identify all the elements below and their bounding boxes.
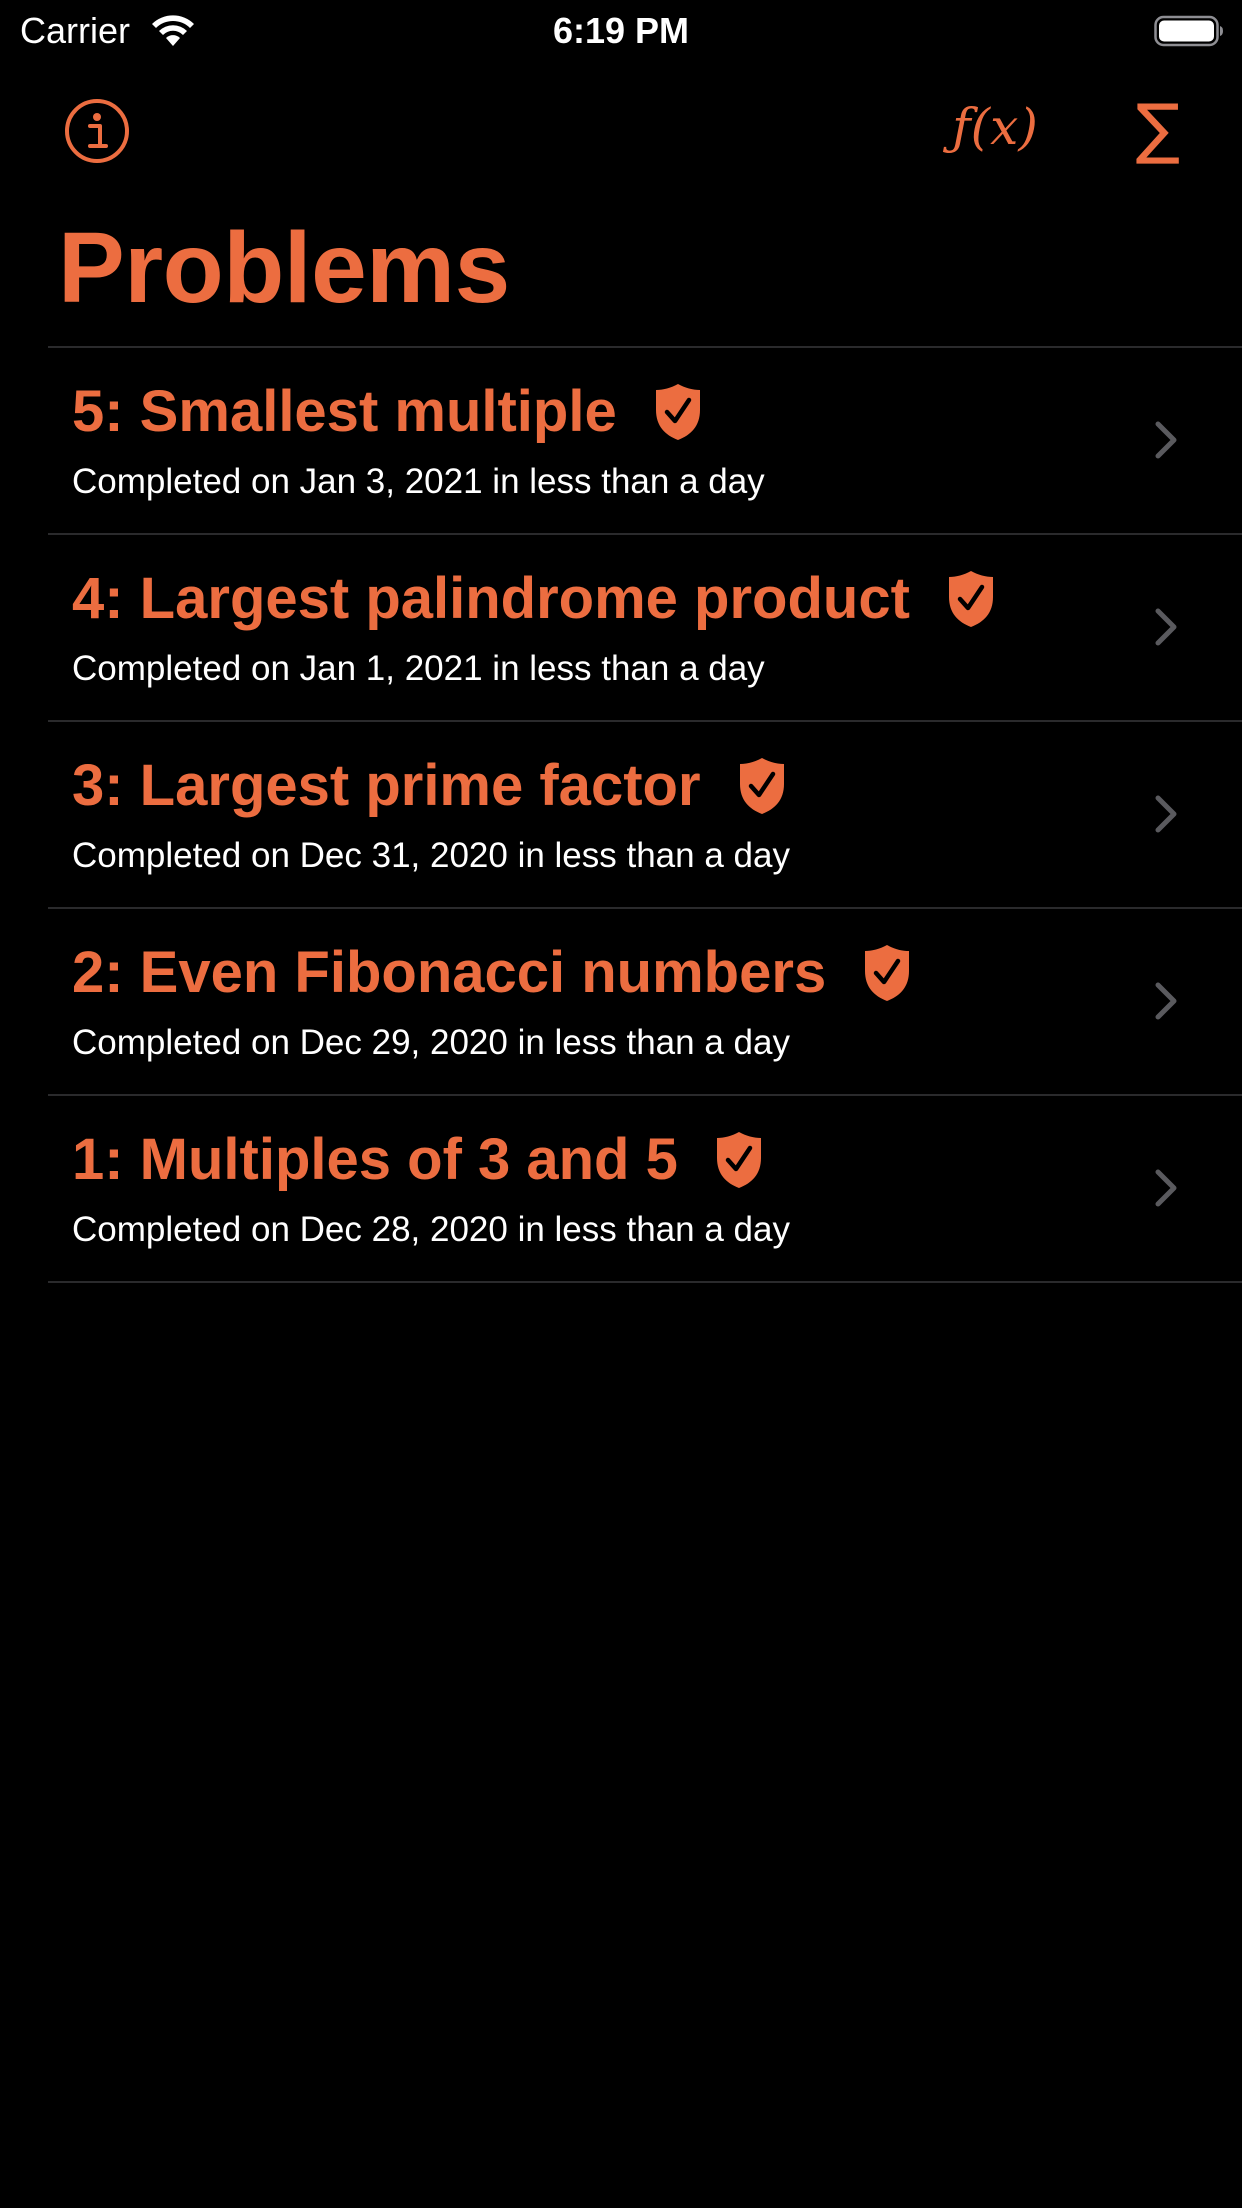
chevron-right-icon: [1155, 1169, 1177, 1207]
function-icon: ƒ(x): [952, 98, 1038, 156]
problem-row-1[interactable]: 1: Multiples of 3 and 5 Completed on Dec…: [48, 1096, 1242, 1283]
shield-check-icon: [948, 571, 993, 627]
chevron-right-icon: [1155, 982, 1177, 1020]
shield-check-icon: [716, 1132, 761, 1188]
problem-subtitle: Completed on Dec 28, 2020 in less than a…: [72, 1210, 790, 1249]
battery-icon: [1154, 15, 1223, 47]
problem-title-row: 5: Smallest multiple: [72, 376, 703, 448]
problem-title-row: 2: Even Fibonacci numbers: [72, 937, 912, 1009]
problem-title: 5: Smallest multiple: [72, 379, 617, 444]
problem-row-4[interactable]: 4: Largest palindrome product Completed …: [48, 535, 1242, 722]
problem-title-row: 4: Largest palindrome product: [72, 563, 996, 635]
problem-title-row: 1: Multiples of 3 and 5: [72, 1124, 764, 1196]
shield-check-icon: [739, 758, 784, 814]
status-time: 6:19 PM: [552, 10, 690, 51]
chevron-right-icon: [1155, 421, 1177, 459]
chevron-right-icon: [1155, 608, 1177, 646]
problem-title-row: 3: Largest prime factor: [72, 750, 787, 822]
problem-row-5[interactable]: 5: Smallest multiple Completed on Jan 3,…: [48, 348, 1242, 535]
summation-button[interactable]: ∑: [1126, 88, 1190, 168]
problem-subtitle: Completed on Jan 3, 2021 in less than a …: [72, 462, 765, 501]
problems-list: 5: Smallest multiple Completed on Jan 3,…: [48, 346, 1242, 1283]
problem-subtitle: Completed on Dec 29, 2020 in less than a…: [72, 1023, 790, 1062]
problem-title: 3: Largest prime factor: [72, 753, 701, 818]
problem-title: 4: Largest palindrome product: [72, 566, 910, 631]
chevron-right-icon: [1155, 795, 1177, 833]
problem-subtitle: Completed on Dec 31, 2020 in less than a…: [72, 836, 790, 875]
problem-row-2[interactable]: 2: Even Fibonacci numbers Completed on D…: [48, 909, 1242, 1096]
shield-check-icon: [865, 945, 910, 1001]
problem-row-3[interactable]: 3: Largest prime factor Completed on Dec…: [48, 722, 1242, 909]
info-circle-icon: [65, 99, 129, 163]
function-button[interactable]: ƒ(x): [940, 92, 1050, 162]
page-title: Problems: [58, 212, 510, 324]
problem-title: 2: Even Fibonacci numbers: [72, 940, 827, 1005]
info-button[interactable]: [58, 92, 136, 170]
problem-subtitle: Completed on Jan 1, 2021 in less than a …: [72, 649, 765, 688]
shield-check-icon: [655, 384, 700, 440]
summation-icon: ∑: [1135, 89, 1181, 167]
status-bar: Carrier 6:19 PM: [0, 0, 1242, 62]
problem-title: 1: Multiples of 3 and 5: [72, 1127, 678, 1192]
